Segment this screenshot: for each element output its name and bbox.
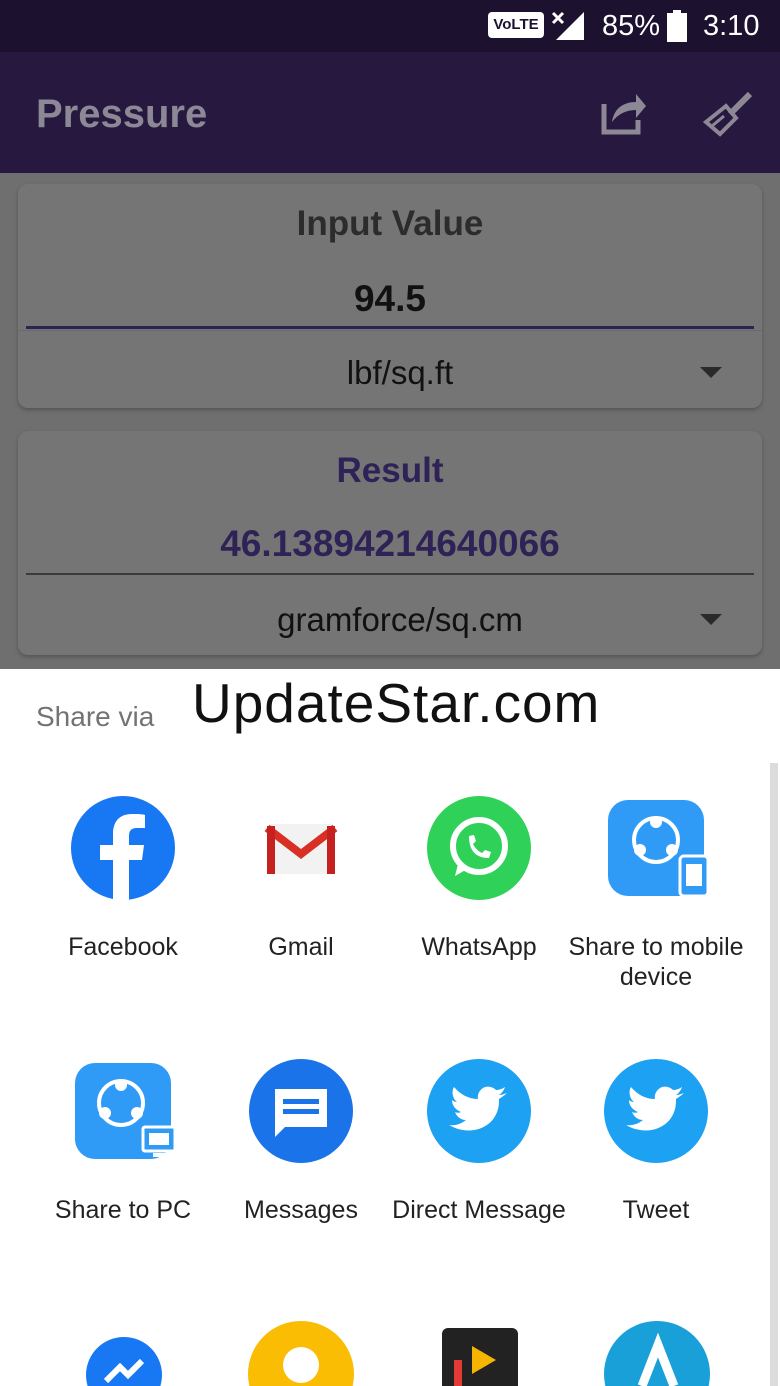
app-label: WhatsApp: [421, 933, 537, 961]
share-target-facebook[interactable]: Facebook: [34, 796, 212, 962]
chevron-down-icon[interactable]: [700, 614, 722, 625]
status-bar: VoLTE 85% 3:10: [0, 0, 780, 52]
app-bar: Pressure: [0, 52, 780, 173]
whatsapp-icon: [427, 796, 531, 900]
share-target-whatsapp[interactable]: WhatsApp: [390, 796, 568, 962]
input-card: Input Value 94.5 lbf/sq.ft: [18, 184, 762, 408]
converter-content: Input Value 94.5 lbf/sq.ft Result 46.138…: [0, 173, 780, 669]
divider: [18, 330, 762, 331]
share-target-pc[interactable]: Share to PC: [34, 1059, 212, 1225]
shareit-mobile-icon: [608, 800, 710, 898]
app-label: Tweet: [622, 1196, 690, 1224]
clock: 3:10: [703, 10, 760, 42]
share-target-tweet[interactable]: Tweet: [567, 1059, 745, 1225]
battery-icon: [667, 10, 687, 42]
page-title: Pressure: [36, 92, 208, 136]
input-title: Input Value: [296, 204, 484, 243]
app-label: Messages: [244, 1196, 358, 1224]
share-sheet: Share via UpdateStar.com Facebook Gmail …: [0, 669, 780, 1386]
battery-percent: 85%: [602, 10, 661, 42]
app-label: Direct Message: [392, 1196, 566, 1224]
video-player-icon[interactable]: [440, 1326, 520, 1386]
result-underline: [26, 573, 754, 575]
share-sheet-title: Share via: [36, 701, 155, 732]
result-title: Result: [336, 451, 444, 490]
result-value: 46.13894214640066: [220, 523, 560, 564]
gmail-icon: [264, 824, 338, 874]
share-target-messages[interactable]: Messages: [212, 1059, 390, 1225]
scrollbar[interactable]: [770, 763, 778, 1386]
share-icon[interactable]: [598, 90, 648, 138]
messenger-icon[interactable]: [86, 1337, 162, 1386]
facebook-icon: [71, 796, 175, 900]
result-unit-select[interactable]: gramforce/sq.cm: [80, 601, 720, 639]
app-label: Share to PC: [54, 1196, 192, 1224]
share-target-gmail[interactable]: Gmail: [212, 796, 390, 962]
share-target-mobile-device[interactable]: Share to mobile device: [567, 796, 745, 992]
twitter-icon: [427, 1059, 531, 1163]
share-target-direct-message[interactable]: Direct Message: [390, 1059, 568, 1225]
signal-icon: [551, 11, 584, 40]
messages-icon: [249, 1059, 353, 1163]
keep-notes-icon[interactable]: [248, 1321, 354, 1386]
input-value-field[interactable]: 94.5: [18, 278, 762, 320]
app-a-icon[interactable]: [604, 1321, 710, 1386]
app-label: Gmail: [268, 933, 334, 961]
chevron-down-icon[interactable]: [700, 367, 722, 378]
volte-badge: VoLTE: [488, 12, 544, 38]
app-label: Share to mobile device: [568, 933, 744, 991]
result-card: Result 46.13894214640066 gramforce/sq.cm: [18, 431, 762, 655]
input-unit-select[interactable]: lbf/sq.ft: [80, 354, 720, 392]
app-label: Facebook: [68, 933, 178, 961]
watermark: UpdateStar.com: [192, 672, 601, 734]
broom-icon[interactable]: [702, 90, 754, 138]
shareit-pc-icon: [75, 1063, 177, 1159]
input-underline: [26, 326, 754, 329]
twitter-icon: [604, 1059, 708, 1163]
